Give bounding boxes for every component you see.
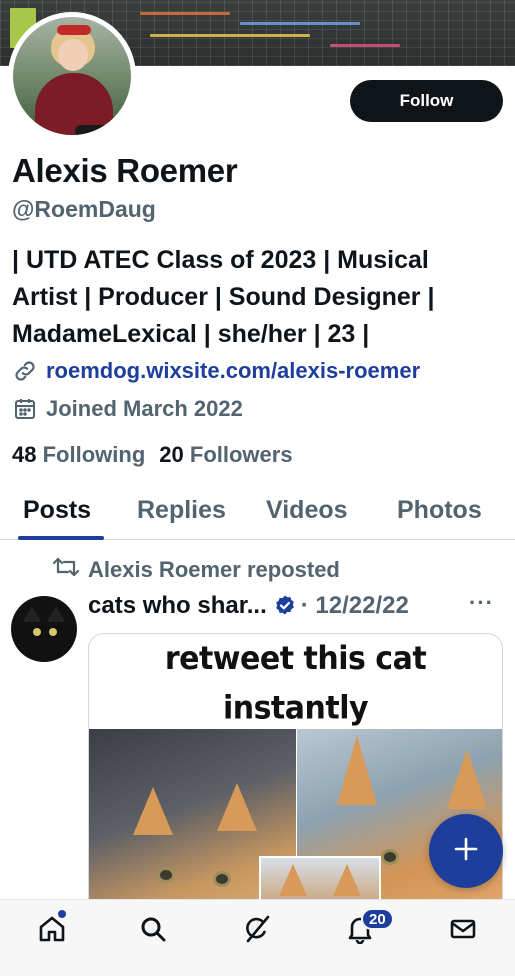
post-author-name[interactable]: cats who shar... [88,592,267,620]
tab-videos[interactable]: Videos [266,496,348,525]
profile-tabs: Posts Replies Videos Photos [0,488,515,540]
post-author-avatar[interactable] [11,596,77,662]
joined-date: Joined March 2022 [46,396,243,421]
bio-line: Artist | Producer | Sound Designer | [12,283,435,311]
bottom-navigation: 20 [0,899,515,976]
more-options-icon[interactable]: ··· [469,590,494,616]
profile-avatar[interactable] [8,12,136,140]
home-unread-dot [58,910,66,918]
active-tab-indicator [18,536,104,540]
user-handle: @RoemDaug [12,196,156,222]
repost-indicator: Alexis Roemer reposted [52,556,340,584]
repost-text[interactable]: Alexis Roemer reposted [88,557,340,583]
home-icon [37,914,67,949]
profile-bio: | UTD ATEC Class of 2023 | Musical Artis… [12,242,502,353]
followers-label: Followers [189,442,293,467]
search-icon [138,914,168,949]
bio-line: MadameLexical | she/her | 23 | [12,320,370,348]
meme-caption-line: retweet this cat [164,639,427,678]
nav-home[interactable] [35,914,69,948]
tab-replies[interactable]: Replies [137,496,226,525]
compose-post-button[interactable] [429,814,503,888]
banner-decoration [330,44,400,47]
verified-badge-icon [273,594,297,618]
display-name: Alexis Roemer [12,152,238,189]
avatar-photo [13,17,131,135]
followers-stat[interactable]: 20 Followers [159,442,292,468]
repost-icon [52,556,80,584]
tab-posts[interactable]: Posts [23,496,91,525]
following-stat[interactable]: 48 Following [12,442,145,468]
post-date[interactable]: · 12/22/22 [301,592,409,620]
follow-button[interactable]: Follow [350,80,503,122]
following-label: Following [42,442,146,467]
tab-photos[interactable]: Photos [397,496,482,525]
banner-decoration [240,22,360,25]
grok-icon [241,913,273,950]
following-count: 48 [12,442,37,467]
banner-decoration [150,34,310,37]
meme-caption: retweet this cat instantly [89,634,502,733]
nav-search[interactable] [136,914,170,948]
mail-icon [448,914,478,949]
calendar-icon [12,396,38,422]
post-media[interactable]: retweet this cat instantly [88,633,503,933]
banner-decoration [140,12,230,15]
bio-line: | UTD ATEC Class of 2023 | Musical [12,246,429,274]
nav-messages[interactable] [446,914,480,948]
followers-count: 20 [159,442,184,467]
website-link[interactable]: roemdog.wixsite.com/alexis-roemer [46,358,420,384]
follow-stats: 48 Following 20 Followers [12,442,293,468]
meme-caption-line: instantly [222,689,369,728]
nav-grok[interactable] [240,914,274,948]
plus-icon [453,836,479,867]
link-icon [12,358,38,384]
post-header: cats who shar... · 12/22/22 ··· [88,590,508,620]
website-row: roemdog.wixsite.com/alexis-roemer [12,358,420,384]
notification-count-badge: 20 [361,908,394,930]
joined-row: Joined March 2022 [12,396,243,422]
